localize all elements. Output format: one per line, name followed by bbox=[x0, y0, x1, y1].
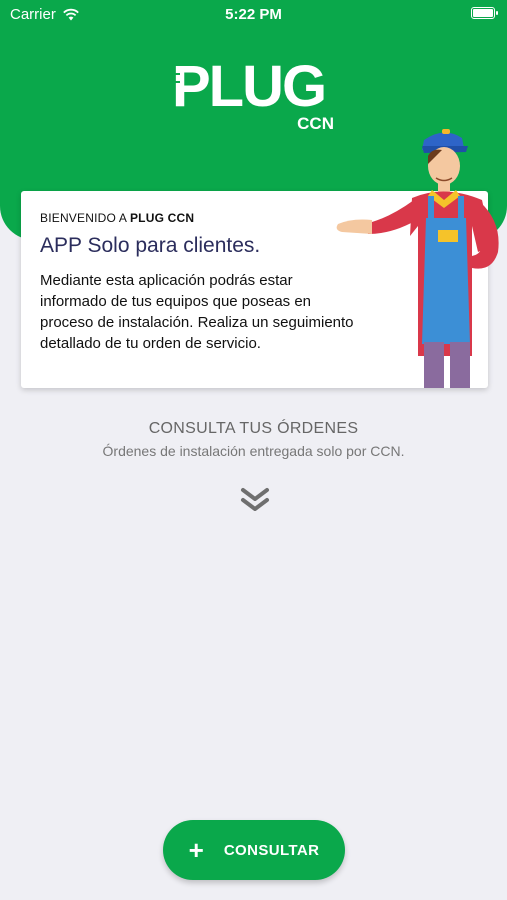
plus-icon: + bbox=[188, 835, 204, 865]
orders-section-title: CONSULTA TUS ÓRDENES bbox=[148, 420, 359, 437]
logo-main-text: PLUG bbox=[172, 54, 327, 119]
app-logo: PLUG CCN bbox=[172, 58, 338, 138]
plug-icon bbox=[174, 73, 180, 83]
consult-button-label: CONSULTAR bbox=[223, 841, 320, 859]
consult-button[interactable]: + CONSULTAR bbox=[163, 820, 345, 880]
card-title: APP Solo para clientes. bbox=[40, 234, 261, 257]
battery-icon bbox=[471, 7, 498, 19]
double-chevron-down-icon bbox=[241, 488, 269, 511]
worker-illustration bbox=[336, 129, 499, 388]
card-description: Mediante esta aplicación podrás estar in… bbox=[40, 272, 354, 352]
logo-sub-text: CCN bbox=[297, 114, 334, 133]
status-time: 5:22 PM bbox=[225, 6, 282, 23]
orders-section-subtitle: Órdenes de instalación entregada solo po… bbox=[102, 443, 405, 459]
status-bar: Carrier 5:22 PM bbox=[0, 0, 507, 28]
welcome-line: BIENVENIDO A PLUG CCN bbox=[40, 211, 195, 225]
